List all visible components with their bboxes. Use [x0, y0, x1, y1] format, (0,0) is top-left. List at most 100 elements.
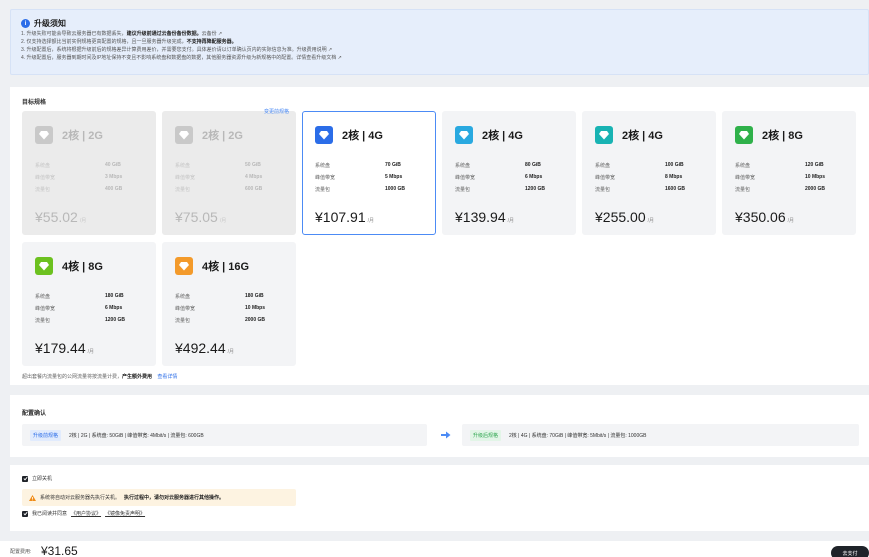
shutdown-label: 立即关机 — [32, 476, 53, 482]
plan-card[interactable]: 2核 | 4G 系统盘 80 GiB 峰值带宽 6 Mbps 流量包 1200 GB ¥139… — [442, 111, 576, 235]
agree-option[interactable]: 我已阅读并同意 《用户协议》 《镜像免责声明》 — [22, 510, 145, 517]
shutdown-option[interactable]: 立即关机 — [22, 475, 52, 482]
notice-line-link[interactable]: 升级费用说明 — [297, 47, 327, 53]
plan-spec-value: 120 GiB — [805, 162, 824, 168]
external-link-icon[interactable]: ↗ — [217, 31, 222, 37]
warning-text: 系统将自动对云服务器先执行关机。 — [40, 495, 121, 501]
plan-spec-row: 系统盘 180 GiB — [175, 290, 287, 302]
plan-name: 2核 | 4G — [482, 130, 523, 142]
plan-spec-row: 流量包 2000 GB — [735, 183, 847, 195]
plan-spec-key: 峰值带宽 — [35, 305, 56, 312]
plan-spec-value: 6 Mbps — [525, 174, 543, 180]
options-panel: 立即关机 系统将自动对云服务器先执行关机。 执行过程中，请勿对云服务器进行其他操作… — [10, 465, 869, 531]
plan-spec-value: 600 GB — [245, 186, 263, 192]
notice-line-text: 4. 升级配置后，服务器到期时间及IP地址保持不变且不影响系统盘和数据盘的数据，… — [21, 55, 337, 61]
plan-price-unit: /月 — [87, 349, 94, 355]
plan-card[interactable]: 4核 | 8G 系统盘 180 GiB 峰值带宽 6 Mbps 流量包 1200 GB ¥17… — [22, 242, 156, 366]
details-link[interactable]: 查看详情 — [157, 374, 177, 380]
plan-spec-key: 流量包 — [595, 186, 611, 193]
plan-spec-row: 系统盘 70 GiB — [315, 159, 427, 171]
notice-line-text: 3. 升级配置后，系统将根据升级前后的规格差异计算费用差价，并需要您支付。具体差… — [21, 47, 297, 53]
plan-spec-row: 流量包 600 GB — [175, 183, 287, 195]
plan-price: ¥55.02 — [35, 209, 78, 225]
plan-price-box: ¥55.02/月 — [35, 209, 86, 225]
plan-card[interactable]: 2核 | 8G 系统盘 120 GiB 峰值带宽 10 Mbps 流量包 2000 GB ¥3… — [722, 111, 856, 235]
user-agreement-link[interactable]: 《用户协议》 — [71, 510, 101, 517]
plan-price-box: ¥107.91/月 — [315, 209, 374, 225]
plan-card[interactable]: 2核 | 4G 系统盘 70 GiB 峰值带宽 5 Mbps 流量包 1000 GB ¥107… — [302, 111, 436, 235]
plan-spec-key: 系统盘 — [455, 162, 471, 169]
arrow-right-icon — [441, 431, 451, 439]
plan-spec-row: 系统盘 120 GiB — [735, 159, 847, 171]
plan-spec-row: 流量包 1000 GB — [315, 183, 427, 195]
upgrade-notice: i 升级须知 1. 升级失败可能会导致云服务器已有数据丢失，建议升级前通过云备份… — [10, 9, 869, 75]
notice-line-bold: 建议升级前通过云备份备份数据。 — [126, 31, 202, 37]
pay-button[interactable]: 去支付 — [831, 546, 869, 557]
external-link-icon[interactable]: ↗ — [336, 55, 342, 61]
check-icon — [22, 476, 28, 481]
plan-price-unit: /月 — [79, 218, 87, 224]
plan-spec-value: 40 GiB — [105, 162, 121, 168]
plan-price: ¥492.44 — [175, 340, 226, 356]
plan-spec-row: 流量包 400 GB — [35, 183, 147, 195]
after-spec-tag: 升级后规格 — [470, 429, 502, 441]
plan-spec-value: 180 GiB — [245, 293, 264, 299]
plan-spec-value: 10 Mbps — [245, 305, 266, 311]
notice-line-bold: 不支持再降配服务器。 — [186, 39, 237, 45]
plan-spec-row: 系统盘 80 GiB — [455, 159, 567, 171]
plan-specs: 系统盘 80 GiB 峰值带宽 6 Mbps 流量包 1200 GB — [455, 159, 567, 195]
diamond-icon — [735, 126, 753, 144]
config-confirm-panel: 配置确认 升级前规格 2核 | 2G | 系统盘: 50GiB | 峰值带宽: … — [10, 395, 869, 457]
plan-header: 2核 | 2G — [175, 126, 243, 144]
plan-name: 2核 | 2G — [202, 130, 243, 142]
plan-price: ¥350.06 — [735, 209, 786, 225]
plan-card[interactable]: 2核 | 4G 系统盘 100 GiB 峰值带宽 8 Mbps 流量包 1600 GB ¥25… — [582, 111, 716, 235]
plan-card: 2核 | 2G 系统盘 40 GiB 峰值带宽 3 Mbps 流量包 400 GB ¥55.0… — [22, 111, 156, 235]
plan-spec-key: 系统盘 — [175, 293, 191, 300]
plan-spec-key: 系统盘 — [35, 162, 51, 169]
notice-lines: 1. 升级失败可能会导致云服务器已有数据丢失，建议升级前通过云备份备份数据。云备… — [21, 32, 858, 61]
diamond-icon — [35, 257, 53, 275]
plan-price-unit: /月 — [227, 349, 234, 355]
plan-spec-key: 流量包 — [735, 186, 751, 193]
plan-header: 2核 | 4G — [315, 126, 383, 144]
agree-checkbox[interactable] — [22, 510, 28, 517]
check-icon — [22, 511, 28, 516]
plan-spec-value: 5 Mbps — [385, 174, 403, 180]
notice-line: 1. 升级失败可能会导致云服务器已有数据丢失，建议升级前通过云备份备份数据。云备… — [21, 32, 858, 37]
notice-line: 3. 升级配置后，系统将根据升级前后的规格差异计算费用差价，并需要您支付。具体差… — [21, 48, 858, 53]
traffic-note-bold: 产生额外费用 — [122, 374, 153, 380]
external-link-icon[interactable]: ↗ — [327, 47, 332, 53]
plan-spec-row: 系统盘 100 GiB — [595, 159, 707, 171]
plan-spec-row: 峰值带宽 10 Mbps — [735, 171, 847, 183]
notice-line-link[interactable]: 云备份 — [202, 31, 217, 37]
before-spec-text: 2核 | 2G | 系统盘: 50GiB | 峰值带宽: 4Mbit/s | 流… — [69, 432, 204, 439]
info-icon: i — [21, 19, 30, 28]
plan-spec-row: 系统盘 180 GiB — [35, 290, 147, 302]
plan-spec-key: 峰值带宽 — [35, 174, 56, 181]
plan-header: 2核 | 4G — [595, 126, 663, 144]
plan-spec-row: 流量包 2000 GB — [175, 314, 287, 326]
plan-spec-value: 2000 GB — [245, 317, 266, 323]
plan-card[interactable]: 4核 | 16G 系统盘 180 GiB 峰值带宽 10 Mbps 流量包 2000 GB ¥… — [162, 242, 296, 366]
plan-price-box: ¥139.94/月 — [455, 209, 514, 225]
diamond-icon — [455, 126, 473, 144]
plan-spec-value: 1600 GB — [665, 186, 686, 192]
plan-specs: 系统盘 180 GiB 峰值带宽 6 Mbps 流量包 1200 GB — [35, 290, 147, 326]
plan-spec-row: 峰值带宽 10 Mbps — [175, 302, 287, 314]
plan-spec-key: 流量包 — [35, 186, 51, 193]
plan-specs: 系统盘 50 GiB 峰值带宽 4 Mbps 流量包 600 GB — [175, 159, 287, 195]
plan-price-unit: /月 — [219, 218, 227, 224]
plan-price-box: ¥255.00/月 — [595, 209, 654, 225]
plan-name: 4核 | 16G — [202, 261, 250, 273]
plan-specs: 系统盘 180 GiB 峰值带宽 10 Mbps 流量包 2000 GB — [175, 290, 287, 326]
plan-price: ¥255.00 — [595, 209, 646, 225]
shutdown-checkbox[interactable] — [22, 475, 28, 482]
image-disclaimer-link[interactable]: 《镜像免责声明》 — [105, 510, 145, 517]
plan-spec-key: 系统盘 — [315, 162, 331, 169]
notice-header: i 升级须知 — [21, 18, 858, 29]
plan-specs: 系统盘 40 GiB 峰值带宽 3 Mbps 流量包 400 GB — [35, 159, 147, 195]
config-confirm-title: 配置确认 — [22, 411, 47, 417]
plan-spec-row: 峰值带宽 6 Mbps — [455, 171, 567, 183]
plan-spec-key: 系统盘 — [735, 162, 751, 169]
